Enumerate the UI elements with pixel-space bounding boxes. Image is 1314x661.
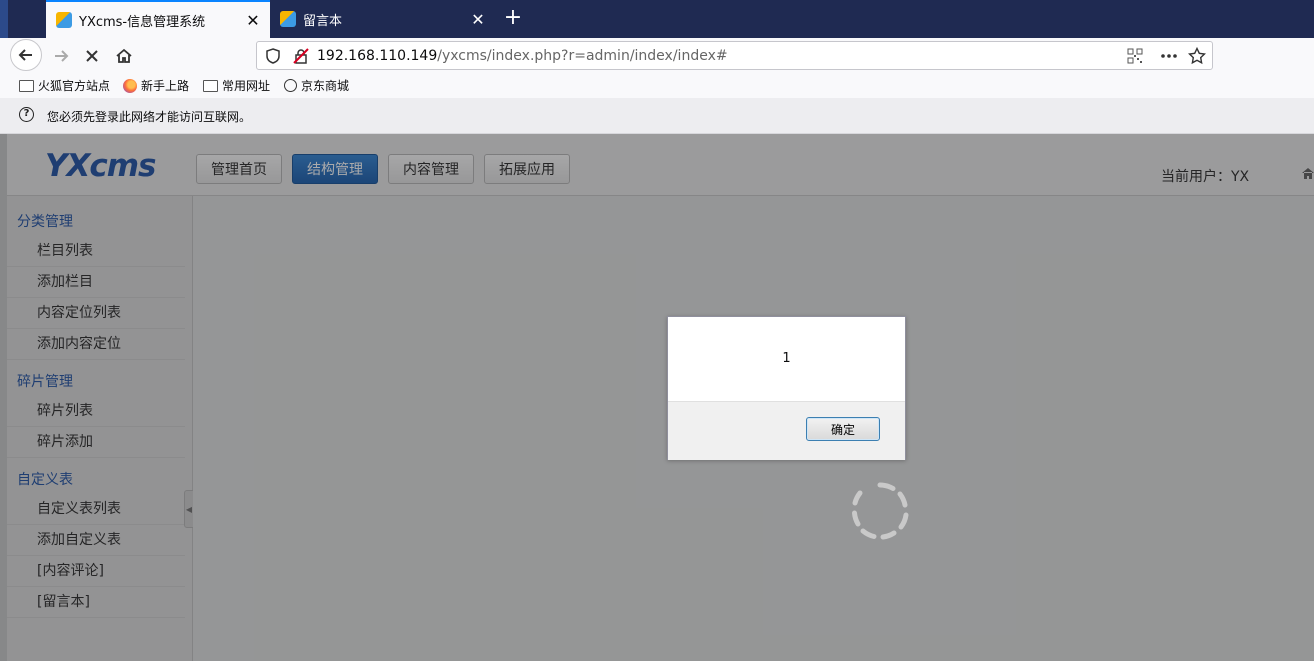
- tab-title: YXcms-信息管理系统: [79, 14, 206, 30]
- bookmark-label: 京东商城: [301, 79, 350, 93]
- new-tab-button[interactable]: +: [500, 4, 526, 32]
- question-icon: ?: [19, 107, 34, 122]
- home-button[interactable]: [110, 42, 138, 70]
- folder-icon: [19, 79, 34, 92]
- bookmark-item[interactable]: 常用网址: [203, 77, 270, 94]
- back-arrow-icon: [18, 49, 32, 61]
- captive-portal-notice: ? 您必须先登录此网络才能访问互联网。: [0, 98, 1314, 134]
- modal-overlay: [0, 134, 1314, 661]
- alert-footer: 确定: [668, 401, 905, 460]
- url-bar[interactable]: 192.168.110.149/yxcms/index.php?r=admin/…: [256, 41, 1213, 70]
- bookmark-label: 火狐官方站点: [38, 79, 111, 93]
- tab-guestbook[interactable]: 留言本 ✕: [270, 0, 495, 38]
- bookmark-star-icon[interactable]: [1188, 47, 1206, 65]
- insecure-lock-icon[interactable]: [293, 48, 309, 64]
- forward-arrow-icon: [55, 50, 69, 62]
- globe-icon: [284, 79, 297, 92]
- bookmark-item[interactable]: 京东商城: [284, 77, 349, 94]
- url-text[interactable]: 192.168.110.149/yxcms/index.php?r=admin/…: [317, 48, 728, 64]
- bookmark-label: 常用网址: [222, 79, 271, 93]
- site-favicon-icon: [280, 11, 296, 27]
- more-actions-icon[interactable]: [1160, 48, 1178, 64]
- tab-title: 留言本: [303, 13, 343, 29]
- stop-icon: [86, 50, 98, 62]
- bookmarks-toolbar: 火狐官方站点 新手上路 常用网址 京东商城: [0, 74, 1314, 98]
- loading-spinner-icon: [852, 482, 909, 540]
- bookmark-item[interactable]: 火狐官方站点: [19, 77, 110, 94]
- notice-text: 您必须先登录此网络才能访问互联网。: [47, 110, 252, 124]
- close-icon[interactable]: ✕: [467, 10, 489, 29]
- close-icon[interactable]: ✕: [242, 11, 264, 30]
- home-icon: [116, 48, 132, 63]
- back-button[interactable]: [10, 39, 42, 71]
- firefox-icon: [123, 78, 137, 93]
- navigation-toolbar: 192.168.110.149/yxcms/index.php?r=admin/…: [0, 38, 1314, 74]
- stop-button[interactable]: [78, 42, 106, 70]
- shield-icon[interactable]: [266, 48, 280, 64]
- alert-message: 1: [782, 351, 791, 366]
- alert-dialog: 1 确定: [667, 316, 906, 460]
- forward-button[interactable]: [47, 42, 75, 70]
- folder-icon: [203, 79, 218, 92]
- url-host: 192.168.110.149: [317, 48, 438, 64]
- site-favicon-icon: [56, 12, 72, 28]
- url-path: /yxcms/index.php?r=admin/index/index#: [437, 48, 728, 64]
- qr-code-icon[interactable]: [1127, 48, 1143, 64]
- tab-yxcms[interactable]: YXcms-信息管理系统 ✕: [46, 0, 270, 38]
- tabbar-edge: [0, 0, 8, 38]
- bookmark-item[interactable]: 新手上路: [123, 77, 189, 94]
- tab-bar: YXcms-信息管理系统 ✕ 留言本 ✕ +: [0, 0, 1314, 38]
- ok-button[interactable]: 确定: [806, 417, 880, 441]
- bookmark-label: 新手上路: [141, 79, 190, 93]
